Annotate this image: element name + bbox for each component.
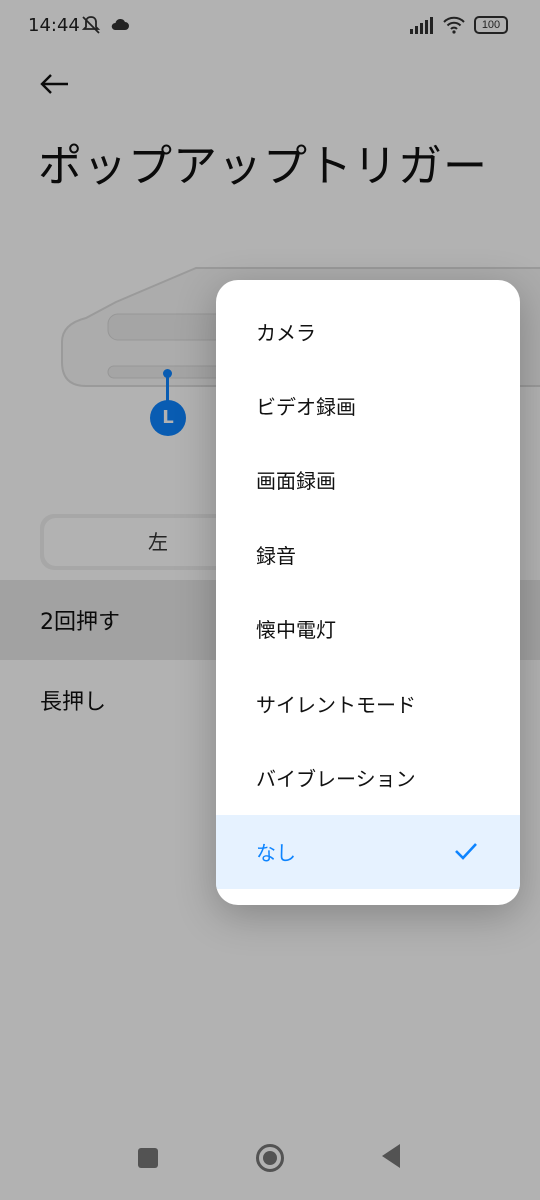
menu-item-flashlight[interactable]: 懐中電灯 [216,592,520,666]
menu-item-screen-recording[interactable]: 画面録画 [216,443,520,517]
menu-item-label: なし [256,841,296,866]
menu-item-none[interactable]: なし [216,814,520,890]
menu-item-video-recording[interactable]: ビデオ録画 [216,368,520,442]
menu-item-vibration[interactable]: バイブレーション [216,740,520,814]
action-popup-menu: カメラ ビデオ録画 画面録画 録音 懐中電灯 サイレントモード バイブレーション… [216,280,520,905]
menu-item-label: 録音 [256,543,296,568]
menu-item-label: バイブレーション [256,767,416,792]
menu-item-label: サイレントモード [256,692,416,717]
checkmark-icon [455,842,477,860]
menu-item-label: 懐中電灯 [256,618,336,643]
menu-item-label: 画面録画 [256,469,336,494]
menu-item-label: カメラ [256,320,316,345]
menu-item-camera[interactable]: カメラ [216,294,520,368]
menu-item-silent-mode[interactable]: サイレントモード [216,666,520,740]
menu-item-label: ビデオ録画 [256,395,356,420]
menu-item-audio-recording[interactable]: 録音 [216,517,520,591]
